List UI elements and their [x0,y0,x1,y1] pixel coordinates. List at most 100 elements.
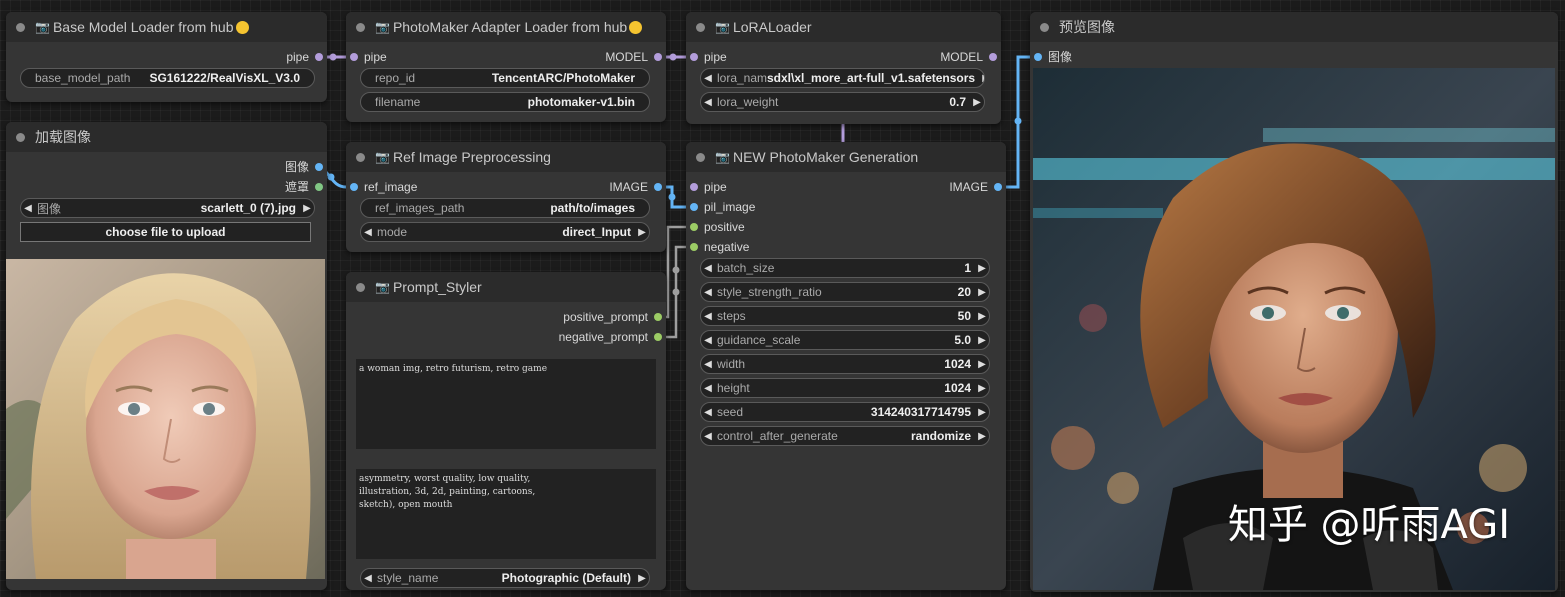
node-preview-image[interactable]: 预览图像 图像 知乎 @听雨AGI [1030,12,1558,592]
width-widget[interactable]: ◀ width 1024 ▶ [700,354,990,374]
output-dot-icon[interactable] [315,53,323,61]
output-dot-icon[interactable] [654,313,662,321]
input-negative[interactable]: negative [686,238,749,256]
arrow-right-icon[interactable]: ▶ [975,311,989,322]
node-prompt-styler[interactable]: 📷 Prompt_Styler positive_prompt negative… [346,272,666,590]
node-header[interactable]: 📷 Ref Image Preprocessing [346,142,666,172]
node-base-model-loader[interactable]: 📷 Base Model Loader from hub pipe base_m… [6,12,327,102]
arrow-right-icon[interactable]: ▶ [635,573,649,584]
collapse-dot-icon[interactable] [696,22,705,32]
node-header[interactable]: 📷 LoRALoader [686,12,1001,42]
arrow-left-icon[interactable]: ◀ [701,73,715,84]
input-dot-icon[interactable] [690,53,698,61]
height-widget[interactable]: ◀ height 1024 ▶ [700,378,990,398]
collapse-dot-icon[interactable] [356,282,365,292]
node-lora-loader[interactable]: 📷 LoRALoader pipe MODEL ◀ lora_name sdxl… [686,12,1001,124]
base-model-path-widget[interactable]: base_model_path SG161222/RealVisXL_V3.0 [20,68,315,88]
input-pipe[interactable]: pipe [686,178,727,196]
style-strength-ratio-widget[interactable]: ◀ style_strength_ratio 20 ▶ [700,282,990,302]
input-dot-icon[interactable] [1034,53,1042,61]
ref-images-path-widget[interactable]: ref_images_path path/to/images [360,198,650,218]
input-dot-icon[interactable] [690,223,698,231]
batch-size-widget[interactable]: ◀ batch_size 1 ▶ [700,258,990,278]
arrow-right-icon[interactable]: ▶ [300,203,314,214]
input-image[interactable]: 图像 [1030,48,1072,66]
input-ref-image[interactable]: ref_image [346,178,417,196]
input-dot-icon[interactable] [350,183,358,191]
collapse-dot-icon[interactable] [696,152,705,162]
mode-combo[interactable]: ◀ mode direct_Input ▶ [360,222,650,242]
output-dot-icon[interactable] [315,183,323,191]
arrow-right-icon[interactable]: ▶ [975,335,989,346]
arrow-left-icon[interactable]: ◀ [701,359,715,370]
guidance-scale-widget[interactable]: ◀ guidance_scale 5.0 ▶ [700,330,990,350]
output-model[interactable]: MODEL [605,48,666,66]
input-pipe[interactable]: pipe [346,48,387,66]
arrow-right-icon[interactable]: ▶ [970,97,984,108]
arrow-right-icon[interactable]: ▶ [975,431,989,442]
arrow-right-icon[interactable]: ▶ [635,227,649,238]
output-dot-icon[interactable] [654,183,662,191]
arrow-left-icon[interactable]: ◀ [701,407,715,418]
arrow-left-icon[interactable]: ◀ [361,573,375,584]
seed-widget[interactable]: ◀ seed 314240317714795 ▶ [700,402,990,422]
collapse-dot-icon[interactable] [1040,22,1049,32]
output-dot-icon[interactable] [654,53,662,61]
lora-weight-widget[interactable]: ◀ lora_weight 0.7 ▶ [700,92,985,112]
arrow-left-icon[interactable]: ◀ [701,97,715,108]
input-positive[interactable]: positive [686,218,745,236]
arrow-left-icon[interactable]: ◀ [701,311,715,322]
arrow-right-icon[interactable]: ▶ [975,287,989,298]
collapse-dot-icon[interactable] [16,22,25,32]
output-dot-icon[interactable] [989,53,997,61]
arrow-left-icon[interactable]: ◀ [361,227,375,238]
arrow-right-icon[interactable]: ▶ [975,263,989,274]
collapse-dot-icon[interactable] [356,22,365,32]
arrow-left-icon[interactable]: ◀ [701,431,715,442]
node-header[interactable]: 📷 Prompt_Styler [346,272,666,302]
output-dot-icon[interactable] [315,163,323,171]
arrow-left-icon[interactable]: ◀ [701,287,715,298]
node-ref-image-preprocessing[interactable]: 📷 Ref Image Preprocessing ref_image IMAG… [346,142,666,252]
node-load-image[interactable]: 加载图像 图像 遮罩 ◀ 图像 scarlett_0 (7).jpg ▶ cho… [6,122,327,590]
input-pipe[interactable]: pipe [686,48,727,66]
input-dot-icon[interactable] [690,243,698,251]
collapse-dot-icon[interactable] [16,132,25,142]
output-mask[interactable]: 遮罩 [285,178,327,196]
node-header[interactable]: 预览图像 [1030,12,1558,42]
node-photomaker-generation[interactable]: 📷 NEW PhotoMaker Generation pipe IMAGE p… [686,142,1006,590]
collapse-dot-icon[interactable] [356,152,365,162]
lora-name-combo[interactable]: ◀ lora_name sdxl\xl_more_art-full_v1.saf… [700,68,985,88]
input-dot-icon[interactable] [690,183,698,191]
node-photomaker-adapter-loader[interactable]: 📷 PhotoMaker Adapter Loader from hub pip… [346,12,666,122]
arrow-left-icon[interactable]: ◀ [701,335,715,346]
input-pil-image[interactable]: pil_image [686,198,755,216]
arrow-right-icon[interactable]: ▶ [975,407,989,418]
node-header[interactable]: 📷 Base Model Loader from hub [6,12,327,42]
node-header[interactable]: 📷 PhotoMaker Adapter Loader from hub [346,12,666,42]
arrow-left-icon[interactable]: ◀ [701,383,715,394]
arrow-left-icon[interactable]: ◀ [701,263,715,274]
output-dot-icon[interactable] [994,183,1002,191]
output-image[interactable]: IMAGE [609,178,666,196]
output-pipe[interactable]: pipe [286,48,327,66]
steps-widget[interactable]: ◀ steps 50 ▶ [700,306,990,326]
upload-button[interactable]: choose file to upload [20,222,311,242]
filename-widget[interactable]: filename photomaker-v1.bin [360,92,650,112]
input-dot-icon[interactable] [690,203,698,211]
node-header[interactable]: 📷 NEW PhotoMaker Generation [686,142,1006,172]
output-image[interactable]: IMAGE [949,178,1006,196]
arrow-right-icon[interactable]: ▶ [975,383,989,394]
arrow-left-icon[interactable]: ◀ [21,203,35,214]
output-model[interactable]: MODEL [940,48,1001,66]
arrow-right-icon[interactable]: ▶ [979,73,984,84]
output-positive-prompt[interactable]: positive_prompt [563,308,666,326]
negative-prompt-textarea[interactable]: asymmetry, worst quality, low quality, i… [356,469,656,559]
input-dot-icon[interactable] [350,53,358,61]
output-negative-prompt[interactable]: negative_prompt [559,328,666,346]
repo-id-widget[interactable]: repo_id TencentARC/PhotoMaker [360,68,650,88]
image-select-combo[interactable]: ◀ 图像 scarlett_0 (7).jpg ▶ [20,198,315,218]
arrow-right-icon[interactable]: ▶ [975,359,989,370]
style-name-combo[interactable]: ◀ style_name Photographic (Default) ▶ [360,568,650,588]
positive-prompt-textarea[interactable]: a woman img, retro futurism, retro game [356,359,656,449]
